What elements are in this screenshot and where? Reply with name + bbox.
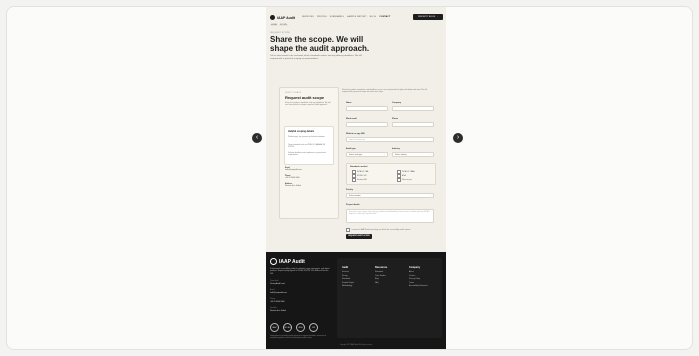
audit-type-select[interactable]: Select audit type ⌄ xyxy=(346,152,388,157)
company-input[interactable] xyxy=(392,106,434,111)
tip-item: Delivery deadlines and compliance or pro… xyxy=(288,152,326,157)
viewer-frame: ‹ › IAAP Audit SERVICES PRICING STANDARD… xyxy=(6,6,693,350)
audit-type-label: Audit type xyxy=(346,148,356,150)
email-input[interactable] xyxy=(346,122,388,127)
footer-info-key: Location xyxy=(270,307,277,309)
tip-item: Platform type, key journeys and release … xyxy=(288,136,326,138)
top-nav: IAAP Audit SERVICES PRICING STANDARDS SA… xyxy=(266,13,446,22)
contact-phone: Phone +44 20 0000 0000 xyxy=(285,175,300,179)
nav-link-sample-report[interactable]: SAMPLE REPORT xyxy=(347,16,367,18)
contact-email: Email hello@iaapaudit.com xyxy=(285,167,302,171)
standards-group: Standards needed WCAG 2.2 AA WCAG 2.2 AA… xyxy=(346,163,436,185)
previous-arrow-icon[interactable]: ‹ xyxy=(252,133,262,143)
hero-lead: Tell us what needs to be reviewed, which… xyxy=(270,55,362,60)
priority-select[interactable]: Select timeline ⌄ xyxy=(346,193,434,198)
footer-info-key: Email xyxy=(270,289,275,291)
chevron-down-icon: ⌄ xyxy=(383,154,385,156)
scope-request-form: Share the product, standards, and deadli… xyxy=(342,87,436,252)
breadcrumb-current: SCOPE xyxy=(279,24,289,26)
chevron-down-icon: ⌄ xyxy=(429,154,431,156)
nav-link-contact[interactable]: CONTACT xyxy=(379,16,390,18)
tip-item: Target standards such as WCAG 2.2 AA/AAA… xyxy=(288,144,326,149)
sidebar-title: Request audit scope xyxy=(285,95,325,100)
footer-note: Independent accessibility testing aligne… xyxy=(270,336,327,340)
logo-mark-icon xyxy=(270,258,277,265)
footer-column-company: Company About Contact Privacy Policy Ter… xyxy=(409,266,428,289)
footer-column-resources: Resources Standards Case Studies Blog FA… xyxy=(375,266,388,286)
form-intro: Share the product, standards, and deadli… xyxy=(342,89,427,94)
ada-badge-icon: ADA xyxy=(296,323,305,332)
intake-sidebar: DIRECT INTAKE Request audit scope Share … xyxy=(279,87,339,219)
priority-book-button[interactable]: PRIORITY BOOK → xyxy=(413,14,443,20)
tips-title: Helpful scoping details xyxy=(288,130,315,133)
section-508-badge-icon: 508 xyxy=(309,323,318,332)
footer-info-value: Priority Audit Lead xyxy=(270,283,285,285)
company-label: Company xyxy=(392,102,402,104)
brand-name: IAAP Audit xyxy=(277,15,296,20)
brand-logo[interactable]: IAAP Audit xyxy=(270,15,295,20)
nav-link-services[interactable]: SERVICES xyxy=(302,16,314,18)
industry-label: Industry xyxy=(392,148,400,150)
next-arrow-icon[interactable]: › xyxy=(453,133,463,143)
phone-label: Phone xyxy=(392,118,399,120)
page-screenshot: IAAP Audit SERVICES PRICING STANDARDS SA… xyxy=(266,7,446,349)
logo-mark-icon xyxy=(270,15,275,20)
nav-link-pricing[interactable]: PRICING xyxy=(317,16,327,18)
footer-info-key: Phone xyxy=(270,298,276,300)
certification-badges: IAAP WCAG ADA 508 xyxy=(270,323,318,332)
name-input[interactable] xyxy=(346,106,388,111)
consent-checkbox[interactable]: I consent to IAAP Audit contacting me ab… xyxy=(346,228,411,232)
sidebar-text: Share the product, standards, and any de… xyxy=(285,102,331,107)
footer-link[interactable]: FAQ xyxy=(375,282,387,286)
footer-logo[interactable]: IAAP Audit xyxy=(270,258,305,265)
chevron-down-icon: ⌄ xyxy=(429,195,431,197)
standard-checkbox[interactable]: Not sure yet xyxy=(397,178,412,182)
nav-link-blog[interactable]: BLOG xyxy=(370,16,376,18)
copyright: Copyright 2025 IAAP Audit. All rights re… xyxy=(339,345,373,346)
priority-label: Priority xyxy=(346,189,354,191)
wcag-badge-icon: WCAG xyxy=(283,323,292,332)
name-label: Name xyxy=(346,102,352,104)
breadcrumb: HOME SCOPE xyxy=(270,24,289,26)
page-title: Share the scope. We will shape the audit… xyxy=(270,35,370,53)
project-details-textarea[interactable]: Describe scope, pages, key journeys, pla… xyxy=(346,209,434,223)
submit-button[interactable]: REQUEST AUDIT SCOPE xyxy=(346,234,372,239)
footer-column-audit: Audit Services Pricing Standards Sample … xyxy=(342,266,354,289)
email-label: Work email xyxy=(346,118,357,120)
footer-link[interactable]: Accessibility Statement xyxy=(409,285,427,289)
url-input[interactable]: https://example.com xyxy=(346,137,434,142)
nav-link-standards[interactable]: STANDARDS xyxy=(330,16,344,18)
site-footer: IAAP Audit Professional accessibility au… xyxy=(266,252,446,349)
checkbox-icon xyxy=(346,228,350,232)
breadcrumb-home[interactable]: HOME xyxy=(270,24,278,26)
url-label: Website or app URL xyxy=(346,133,365,135)
standard-checkbox[interactable]: Section 508 xyxy=(352,178,367,182)
phone-input[interactable] xyxy=(392,122,434,127)
hero-eyebrow: REQUEST SCOPE xyxy=(270,32,290,34)
contact-address: Address Remote-first, Global xyxy=(285,183,301,187)
footer-email-link[interactable]: hello@iaapaudit.com xyxy=(270,292,287,294)
scoping-tips-card: Helpful scoping details Platform type, k… xyxy=(284,126,334,165)
footer-link[interactable]: Methodology xyxy=(342,285,354,289)
footer-info-value: Remote-first, Global xyxy=(270,310,286,312)
footer-description: Professional accessibility audits for we… xyxy=(270,268,330,275)
footer-phone-link[interactable]: +44 20 0000 0000 xyxy=(270,301,285,303)
sidebar-eyebrow: DIRECT INTAKE xyxy=(285,92,302,94)
details-label: Project details xyxy=(346,204,360,206)
nav-links: SERVICES PRICING STANDARDS SAMPLE REPORT… xyxy=(302,16,390,18)
industry-select[interactable]: Select industry ⌄ xyxy=(392,152,434,157)
standards-label: Standards needed xyxy=(350,166,368,168)
iaap-badge-icon: IAAP xyxy=(270,323,279,332)
footer-link-columns: Audit Services Pricing Standards Sample … xyxy=(337,258,442,338)
footer-info-key: Team lead xyxy=(270,280,279,282)
